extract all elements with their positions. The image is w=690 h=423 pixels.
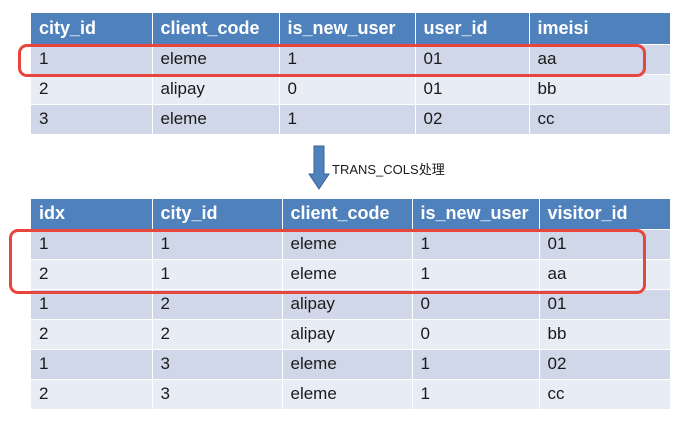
table-cell: 1	[412, 379, 540, 410]
table-cell: 1	[31, 349, 153, 380]
table-cell: 2	[31, 74, 153, 105]
table-cell: 3	[31, 104, 153, 135]
table-row: 2 2 alipay 0 bb	[31, 319, 671, 350]
table-cell: 2	[152, 319, 283, 350]
result-header-cell: city_id	[152, 199, 283, 230]
table-cell: eleme	[282, 349, 413, 380]
highlight-box-result-rows	[9, 229, 646, 294]
table-cell: 01	[415, 74, 530, 105]
table-cell: 3	[152, 379, 283, 410]
table-cell: eleme	[152, 104, 280, 135]
table-cell: 02	[415, 104, 530, 135]
source-header-cell: city_id	[31, 13, 153, 45]
table-row: 3 eleme 1 02 cc	[31, 104, 671, 135]
source-header-cell: client_code	[152, 13, 280, 45]
down-arrow-icon	[308, 145, 330, 190]
table-cell: cc	[539, 379, 671, 410]
table-row: 2 alipay 0 01 bb	[31, 74, 671, 105]
table-cell: 0	[279, 74, 416, 105]
table-cell: eleme	[282, 379, 413, 410]
table-cell: 3	[152, 349, 283, 380]
source-header-row: city_id client_code is_new_user user_id …	[31, 13, 671, 45]
table-row: 2 3 eleme 1 cc	[31, 379, 671, 410]
source-header-cell: imeisi	[529, 13, 671, 45]
table-cell: 0	[412, 319, 540, 350]
table-row: 1 3 eleme 1 02	[31, 349, 671, 380]
source-header-cell: is_new_user	[279, 13, 416, 45]
result-header-cell: idx	[31, 199, 153, 230]
table-cell: alipay	[282, 319, 413, 350]
result-header-row: idx city_id client_code is_new_user visi…	[31, 199, 671, 230]
table-cell: 1	[279, 104, 416, 135]
table-cell: 02	[539, 349, 671, 380]
table-cell: bb	[529, 74, 671, 105]
highlight-box-source-row	[18, 44, 646, 77]
table-cell: bb	[539, 319, 671, 350]
table-cell: 1	[412, 349, 540, 380]
transform-label: TRANS_COLS处理	[332, 162, 445, 177]
source-header-cell: user_id	[415, 13, 530, 45]
result-header-cell: visitor_id	[539, 199, 671, 230]
table-cell: 2	[31, 319, 153, 350]
result-header-cell: is_new_user	[412, 199, 540, 230]
table-cell: alipay	[152, 74, 280, 105]
table-cell: cc	[529, 104, 671, 135]
result-header-cell: client_code	[282, 199, 413, 230]
table-cell: 2	[31, 379, 153, 410]
